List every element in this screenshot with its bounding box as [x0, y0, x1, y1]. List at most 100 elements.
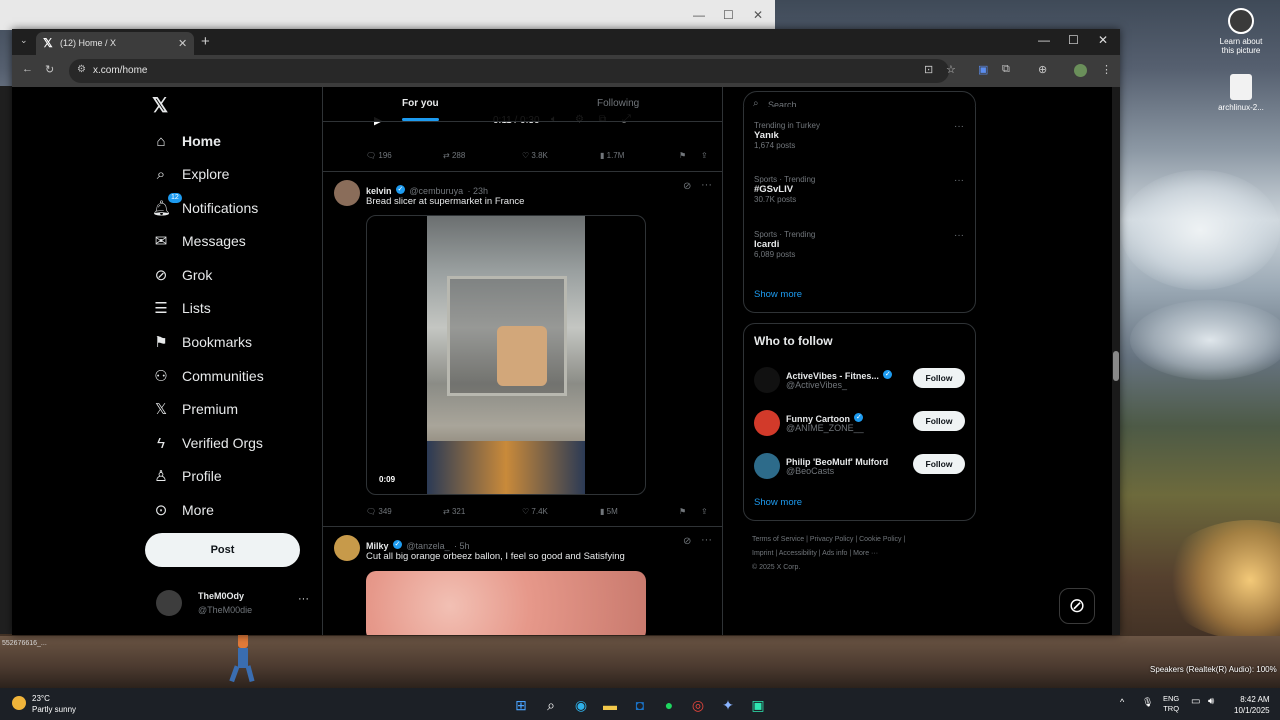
views-button[interactable]: ▮ 5M	[600, 507, 618, 516]
nav-home[interactable]: ⌂ Home	[152, 130, 220, 152]
tab-for-you[interactable]: For you	[402, 98, 439, 109]
nav-premium[interactable]: 𝕏 Premium	[152, 398, 238, 420]
share-icon[interactable]: ⇪	[701, 507, 708, 516]
maximize-icon[interactable]: ☐	[723, 8, 734, 22]
tweet-image[interactable]	[366, 571, 646, 635]
trend-item[interactable]: Trending in Turkey Yanık 1,674 posts ···	[754, 121, 968, 150]
maximize-icon[interactable]: ☐	[1068, 33, 1079, 47]
chrome-icon[interactable]: ◎	[689, 696, 707, 714]
weather-icon[interactable]	[12, 696, 26, 710]
account-switcher[interactable]: TheM0Ody @TheM00die ···	[156, 587, 316, 621]
x-logo-icon[interactable]: 𝕏	[152, 93, 168, 118]
follow-suggestion[interactable]: ActiveVibes - Fitnes... ✓ @ActiveVibes_ …	[754, 365, 969, 395]
tab-search-icon[interactable]: ⌄	[20, 35, 28, 46]
bookmark-icon[interactable]: ⚑	[679, 151, 686, 160]
tweet-handle[interactable]: @tanzela_	[406, 541, 449, 551]
more-icon[interactable]: ···	[954, 121, 964, 132]
tab-close-icon[interactable]: ✕	[178, 37, 187, 50]
tab-following[interactable]: Following	[597, 98, 639, 109]
network-icon[interactable]: ▭	[1191, 696, 1200, 707]
language-indicator[interactable]: ENG TRQ	[1163, 694, 1179, 714]
translate-extension-icon[interactable]: ▣	[978, 63, 988, 76]
tweet-author[interactable]: Milky	[366, 541, 389, 551]
show-more-link[interactable]: Show more	[754, 289, 802, 300]
install-app-icon[interactable]: ⊡	[924, 63, 933, 76]
more-icon[interactable]: ···	[954, 230, 964, 241]
nav-more[interactable]: ⊙ More	[152, 499, 214, 521]
follow-button[interactable]: Follow	[913, 368, 965, 388]
trend-item[interactable]: Sports · Trending Icardi 6,089 posts ···	[754, 230, 968, 259]
reply-button[interactable]: 🗨︎ 196	[366, 151, 392, 160]
nav-notifications[interactable]: 🔔︎ 12 Notifications	[152, 193, 258, 219]
app-icon[interactable]: ▣	[749, 696, 767, 714]
trend-item[interactable]: Sports · Trending #GSvLIV 30.7K posts ··…	[754, 175, 968, 204]
media-icon[interactable]: ⊕	[1038, 63, 1047, 76]
repost-button[interactable]: ⇄ 321	[443, 507, 465, 516]
follow-suggestion[interactable]: Philip 'BeoMulf' Mulford @BeoCasts Follo…	[754, 451, 969, 481]
chevron-up-icon[interactable]: ^	[1120, 697, 1124, 707]
weather-widget[interactable]: 23°C Partly sunny	[32, 693, 76, 715]
extensions-icon[interactable]: ⧉	[1002, 63, 1010, 76]
post-button[interactable]: Post	[145, 533, 300, 567]
menu-icon[interactable]: ⋮	[1101, 63, 1112, 76]
wallpaper-rocks	[0, 636, 1280, 688]
search-icon[interactable]: ⌕	[542, 696, 560, 714]
bookmark-star-icon[interactable]: ☆	[946, 63, 956, 76]
nav-profile[interactable]: ♙ Profile	[152, 465, 221, 487]
follow-button[interactable]: Follow	[913, 411, 965, 431]
desktop-icon-learn-picture[interactable]: Learn about this picture	[1215, 8, 1267, 55]
new-tab-icon[interactable]: +	[201, 33, 210, 50]
minimize-icon[interactable]: —	[693, 8, 705, 22]
nav-explore[interactable]: ⌕ Explore	[152, 163, 230, 185]
nav-bookmarks[interactable]: ⚑ Bookmarks	[152, 331, 252, 353]
grok-icon[interactable]: ⊘	[683, 536, 691, 547]
nav-lists[interactable]: ☰ Lists	[152, 297, 211, 319]
follow-button[interactable]: Follow	[913, 454, 965, 474]
reply-button[interactable]: 🗨︎ 349	[366, 507, 392, 516]
start-icon[interactable]: ⊞	[512, 696, 530, 714]
clock[interactable]: 8:42 AM 10/1/2025	[1234, 694, 1270, 716]
scrollbar-thumb[interactable]	[1113, 351, 1119, 381]
profile-avatar[interactable]	[1074, 64, 1087, 77]
show-more-link[interactable]: Show more	[754, 497, 802, 508]
more-icon[interactable]: ···	[701, 534, 712, 546]
more-icon[interactable]: ···	[701, 179, 712, 191]
url-input[interactable]: ⚙ x.com/home	[69, 59, 949, 83]
like-button[interactable]: ♡ 3.8K	[522, 151, 548, 160]
spotify-icon[interactable]: ●	[660, 696, 678, 714]
follow-suggestion[interactable]: Funny Cartoon ✓ @ANIME_ZONE__ Follow	[754, 408, 969, 438]
grok-icon[interactable]: ⊘	[683, 181, 691, 192]
back-icon[interactable]: ←	[22, 63, 33, 75]
site-info-icon[interactable]: ⚙	[77, 64, 86, 75]
microphone-icon[interactable]: 🎙︎	[1142, 697, 1153, 708]
nav-messages[interactable]: ✉ Messages	[152, 230, 246, 252]
footer-line[interactable]: Imprint | Accessibility | Ads info | Mor…	[752, 547, 982, 561]
nav-communities[interactable]: ⚇ Communities	[152, 365, 263, 387]
close-icon[interactable]: ✕	[753, 8, 763, 22]
more-icon[interactable]: ···	[298, 593, 309, 605]
nav-grok[interactable]: ⊘ Grok	[152, 264, 213, 286]
share-icon[interactable]: ⇪	[701, 151, 708, 160]
more-icon[interactable]: ···	[954, 175, 964, 186]
browser-tab[interactable]: 𝕏 (12) Home / X ✕	[36, 32, 194, 55]
outlook-icon[interactable]: ◘	[631, 696, 649, 714]
volume-icon[interactable]: 🔊︎	[1208, 696, 1214, 707]
grok-floating-button[interactable]: ⊘	[1059, 588, 1095, 624]
like-button[interactable]: ♡ 7.4K	[522, 507, 548, 516]
minimize-icon[interactable]: —	[1038, 33, 1050, 47]
footer-line[interactable]: Terms of Service | Privacy Policy | Cook…	[752, 533, 982, 547]
nav-verified-orgs[interactable]: ϟ Verified Orgs	[152, 432, 263, 454]
file-explorer-icon[interactable]: ▬	[601, 696, 619, 714]
repost-button[interactable]: ⇄ 288	[443, 151, 465, 160]
copilot-icon[interactable]: ✦	[719, 696, 737, 714]
tweet-author[interactable]: kelvin	[366, 186, 392, 196]
edge-icon[interactable]: ◉	[572, 696, 590, 714]
desktop-icon-archlinux[interactable]: archlinux-2...	[1215, 74, 1267, 112]
close-icon[interactable]: ✕	[1098, 33, 1108, 47]
lang-layout: TRQ	[1163, 704, 1180, 713]
tweet-video[interactable]: 0:09	[366, 215, 646, 495]
reload-icon[interactable]: ↻	[45, 63, 54, 76]
views-button[interactable]: ▮ 1.7M	[600, 151, 624, 160]
tweet-handle[interactable]: @cemburuya	[409, 186, 463, 196]
bookmark-icon[interactable]: ⚑	[679, 507, 686, 516]
